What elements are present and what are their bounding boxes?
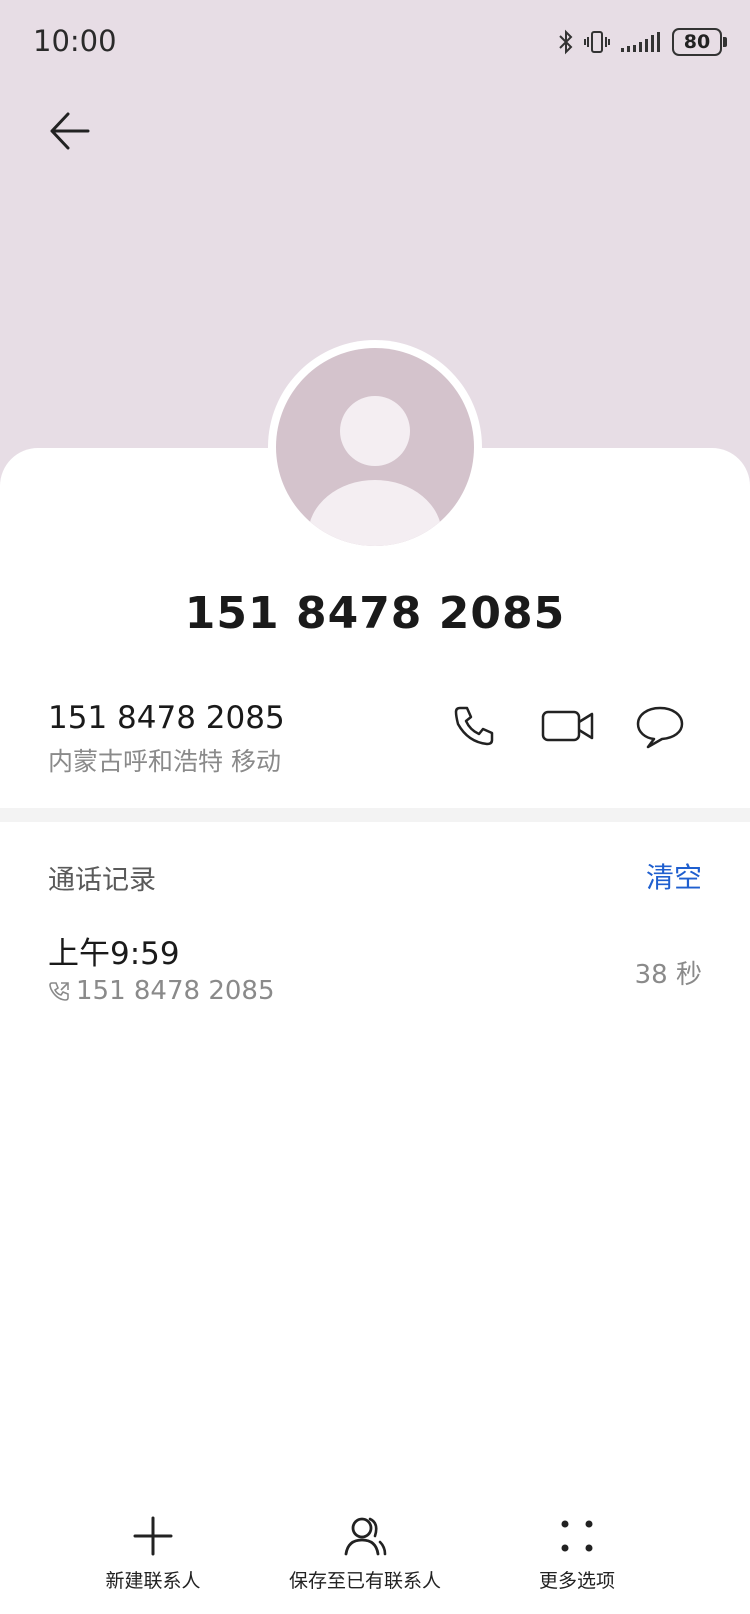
phone-icon [454, 706, 494, 746]
contact-title: 151 8478 2085 [184, 588, 566, 639]
call-log-title: 通话记录 [48, 865, 156, 896]
call-button[interactable] [448, 702, 500, 750]
battery-icon: 80 [672, 28, 727, 56]
phone-number[interactable]: 151 8478 2085 [48, 700, 285, 736]
call-time: 上午9:59 [48, 936, 180, 972]
status-icons: 80 [558, 28, 727, 56]
vibrate-icon [584, 29, 610, 55]
more-options-label: 更多选项 [538, 1570, 615, 1592]
call-duration: 38 秒 [634, 960, 702, 990]
status-bar: 10:00 80 [0, 0, 750, 90]
message-bubble-icon [636, 706, 684, 749]
clear-button[interactable]: 清空 [646, 856, 702, 896]
outgoing-call-icon [49, 982, 69, 1001]
section-divider [0, 808, 750, 822]
signal-icon [620, 30, 662, 54]
arrow-left-icon [50, 112, 90, 150]
back-button[interactable] [44, 108, 96, 154]
number-location: 内蒙古呼和浩特 移动 [48, 747, 281, 776]
number-row: 151 8478 2085 内蒙古呼和浩特 移动 [48, 700, 708, 780]
plus-icon [133, 1516, 173, 1556]
call-log-item[interactable]: 上午9:59 151 8478 2085 38 秒 [48, 918, 702, 1014]
bluetooth-icon [558, 29, 574, 55]
avatar [268, 340, 482, 554]
more-options-button[interactable]: 更多选项 [457, 1514, 697, 1604]
new-contact-button[interactable]: 新建联系人 [33, 1514, 273, 1604]
new-contact-label: 新建联系人 [105, 1570, 201, 1592]
save-to-existing-button[interactable]: 保存至已有联系人 [245, 1514, 485, 1604]
default-avatar-icon [276, 348, 474, 546]
more-dots-icon [561, 1520, 593, 1552]
video-camera-icon [541, 710, 594, 742]
call-number: 151 8478 2085 [76, 976, 275, 1006]
save-to-existing-label: 保存至已有联系人 [288, 1570, 441, 1592]
contact-person-icon [344, 1517, 387, 1556]
video-call-button[interactable] [540, 702, 596, 750]
bottom-action-bar: 新建联系人 保存至已有联系人 更多选项 [0, 1514, 750, 1614]
status-time: 10:00 [33, 24, 117, 58]
call-number-row: 151 8478 2085 [48, 976, 275, 1006]
message-button[interactable] [634, 702, 686, 750]
